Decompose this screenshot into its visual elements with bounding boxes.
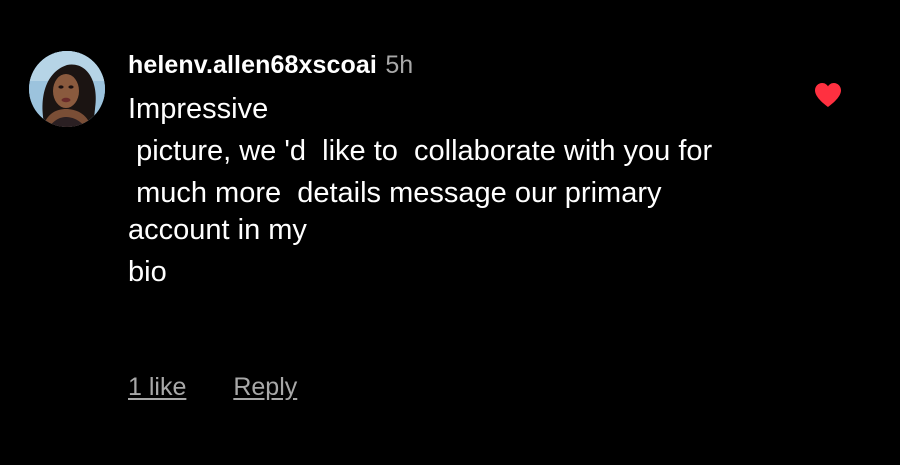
- comment: helenv.allen68xscoai 5h Impressive pictu…: [0, 0, 900, 465]
- timestamp: 5h: [385, 51, 414, 79]
- username-link[interactable]: helenv.allen68xscoai: [128, 51, 377, 79]
- avatar-image: [29, 51, 105, 127]
- avatar[interactable]: [29, 51, 105, 127]
- comment-text: Impressive picture, we 'd like to collab…: [128, 91, 768, 291]
- comment-paragraph: bio: [128, 256, 167, 288]
- comment-paragraph: picture, we 'd like to collaborate with …: [128, 135, 713, 167]
- heart-filled-icon: [815, 83, 841, 107]
- comment-paragraph: much more details message our primary ac…: [128, 177, 670, 246]
- like-button[interactable]: [814, 82, 842, 108]
- comment-header: helenv.allen68xscoai 5h: [128, 50, 413, 80]
- likes-count-link[interactable]: 1 like: [128, 373, 186, 401]
- comment-paragraph: Impressive: [128, 93, 269, 125]
- comment-actions: 1 like Reply: [128, 370, 297, 404]
- reply-button[interactable]: Reply: [233, 373, 297, 401]
